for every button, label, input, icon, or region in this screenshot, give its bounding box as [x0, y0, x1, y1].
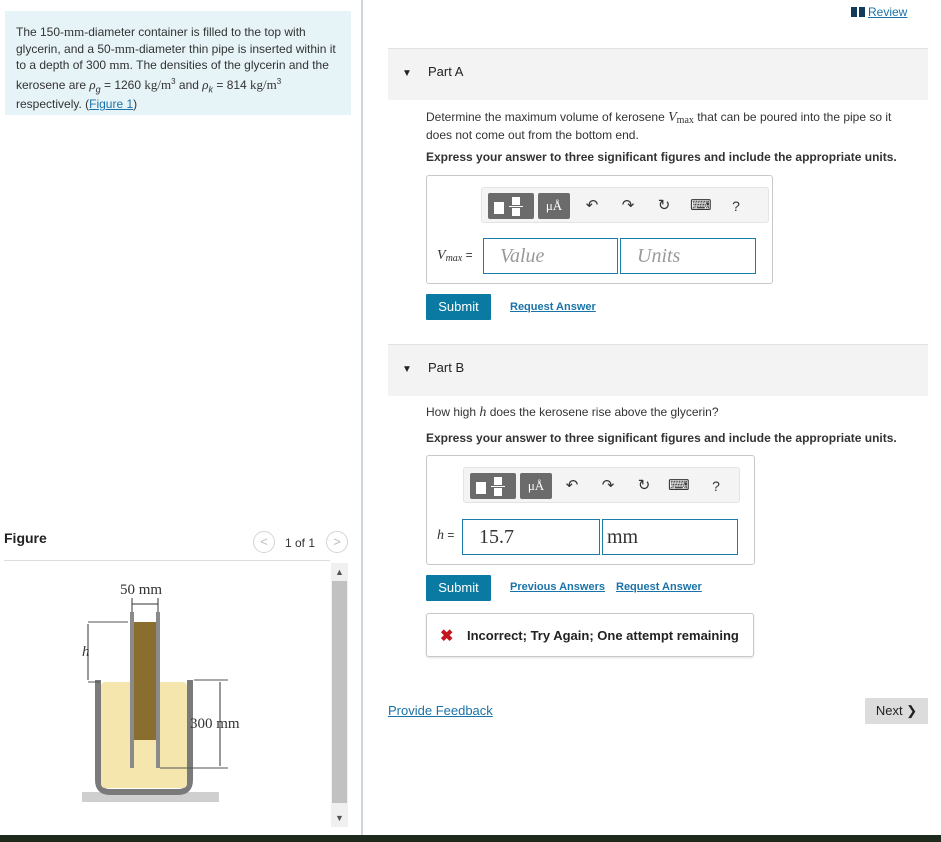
scroll-down-arrow-icon[interactable]: ▼	[331, 811, 348, 825]
units-symbols-button[interactable]: μÅ	[520, 473, 552, 499]
pane-divider[interactable]	[361, 0, 363, 835]
h-label: h =	[437, 528, 455, 543]
label-50mm: 50 mm	[120, 582, 162, 598]
feedback-message: Incorrect; Try Again; One attempt remain…	[467, 628, 739, 643]
part-b-question: How high h does the kerosene rise above …	[426, 405, 719, 420]
units-input[interactable]: Units	[620, 238, 756, 274]
incorrect-x-icon: ✖	[440, 628, 454, 645]
part-a-toolbar: μÅ ↶ ↷ ↻ ⌨ ?	[481, 187, 769, 223]
figure-header: Figure	[4, 530, 47, 546]
problem-pane: The 150-mm-diameter container is filled …	[0, 0, 362, 835]
part-a-instruction: Express your answer to three significant…	[426, 150, 897, 164]
part-b-toolbar: μÅ ↶ ↷ ↻ ⌨ ?	[463, 467, 740, 503]
templates-button[interactable]	[470, 473, 516, 499]
pipe-glycerin	[134, 740, 156, 768]
provide-feedback-link[interactable]: Provide Feedback	[388, 703, 493, 718]
label-300mm: 300 mm	[190, 716, 240, 732]
part-a-question: Determine the maximum volume of kerosene…	[426, 110, 892, 142]
value-input[interactable]: 15.7	[462, 519, 600, 555]
redo-icon[interactable]: ↷	[618, 193, 638, 219]
next-button[interactable]: Next ❯	[865, 698, 928, 724]
part-a-request-answer-link[interactable]: Request Answer	[510, 301, 596, 313]
part-b-instruction: Express your answer to three significant…	[426, 431, 897, 445]
mastering-page: The 150-mm-diameter container is filled …	[0, 0, 941, 842]
part-a-answer-box: μÅ ↶ ↷ ↻ ⌨ ? Vmax = Value Units	[426, 175, 773, 284]
collapse-caret-icon: ▼	[402, 364, 412, 375]
help-icon[interactable]: ?	[728, 193, 744, 219]
keyboard-icon[interactable]: ⌨	[690, 193, 712, 219]
part-b-header[interactable]: ▼ Part B	[388, 344, 928, 396]
pipe-left-wall	[130, 612, 134, 768]
scroll-thumb[interactable]	[332, 581, 347, 803]
scroll-up-arrow-icon[interactable]: ▲	[331, 565, 348, 579]
part-b-answer-box: μÅ ↶ ↷ ↻ ⌨ ? h = 15.7 mm	[426, 455, 755, 565]
figure-prev-button[interactable]: <	[253, 531, 275, 553]
help-icon[interactable]: ?	[708, 473, 724, 499]
reset-icon[interactable]: ↻	[634, 473, 654, 499]
part-a-submit-button[interactable]: Submit	[426, 294, 491, 320]
feedback-incorrect: ✖ Incorrect; Try Again; One attempt rema…	[426, 613, 754, 657]
taskbar-strip	[0, 835, 941, 842]
figure-next-button[interactable]: >	[326, 531, 348, 553]
part-a-label: Part A	[428, 64, 464, 79]
collapse-caret-icon: ▼	[402, 68, 412, 79]
figure-scrollbar[interactable]: ▲ ▼	[331, 563, 348, 827]
undo-icon[interactable]: ↶	[562, 473, 582, 499]
figure-divider	[4, 560, 330, 561]
undo-icon[interactable]: ↶	[582, 193, 602, 219]
redo-icon[interactable]: ↷	[598, 473, 618, 499]
pipe-right-wall	[156, 612, 160, 768]
vmax-label: Vmax =	[437, 248, 473, 264]
part-b-submit-button[interactable]: Submit	[426, 575, 491, 601]
keyboard-icon[interactable]: ⌨	[668, 473, 690, 499]
problem-statement: The 150-mm-diameter container is filled …	[5, 11, 351, 115]
reset-icon[interactable]: ↻	[654, 193, 674, 219]
units-input[interactable]: mm	[602, 519, 738, 555]
review-book-icon	[851, 7, 865, 17]
units-symbols-button[interactable]: μÅ	[538, 193, 570, 219]
figure-link[interactable]: Figure 1	[89, 97, 133, 111]
figure-counter: 1 of 1	[285, 536, 316, 550]
previous-answers-link[interactable]: Previous Answers	[510, 581, 605, 593]
review-link[interactable]: Review	[851, 5, 907, 19]
label-h: h	[82, 644, 90, 660]
templates-button[interactable]	[488, 193, 534, 219]
part-a-header[interactable]: ▼ Part A	[388, 48, 928, 100]
part-b-label: Part B	[428, 360, 465, 375]
value-input[interactable]: Value	[483, 238, 618, 274]
kerosene-column	[134, 622, 156, 740]
part-b-request-answer-link[interactable]: Request Answer	[616, 581, 702, 593]
container-figure: 50 mm h 300 mm	[82, 582, 240, 802]
